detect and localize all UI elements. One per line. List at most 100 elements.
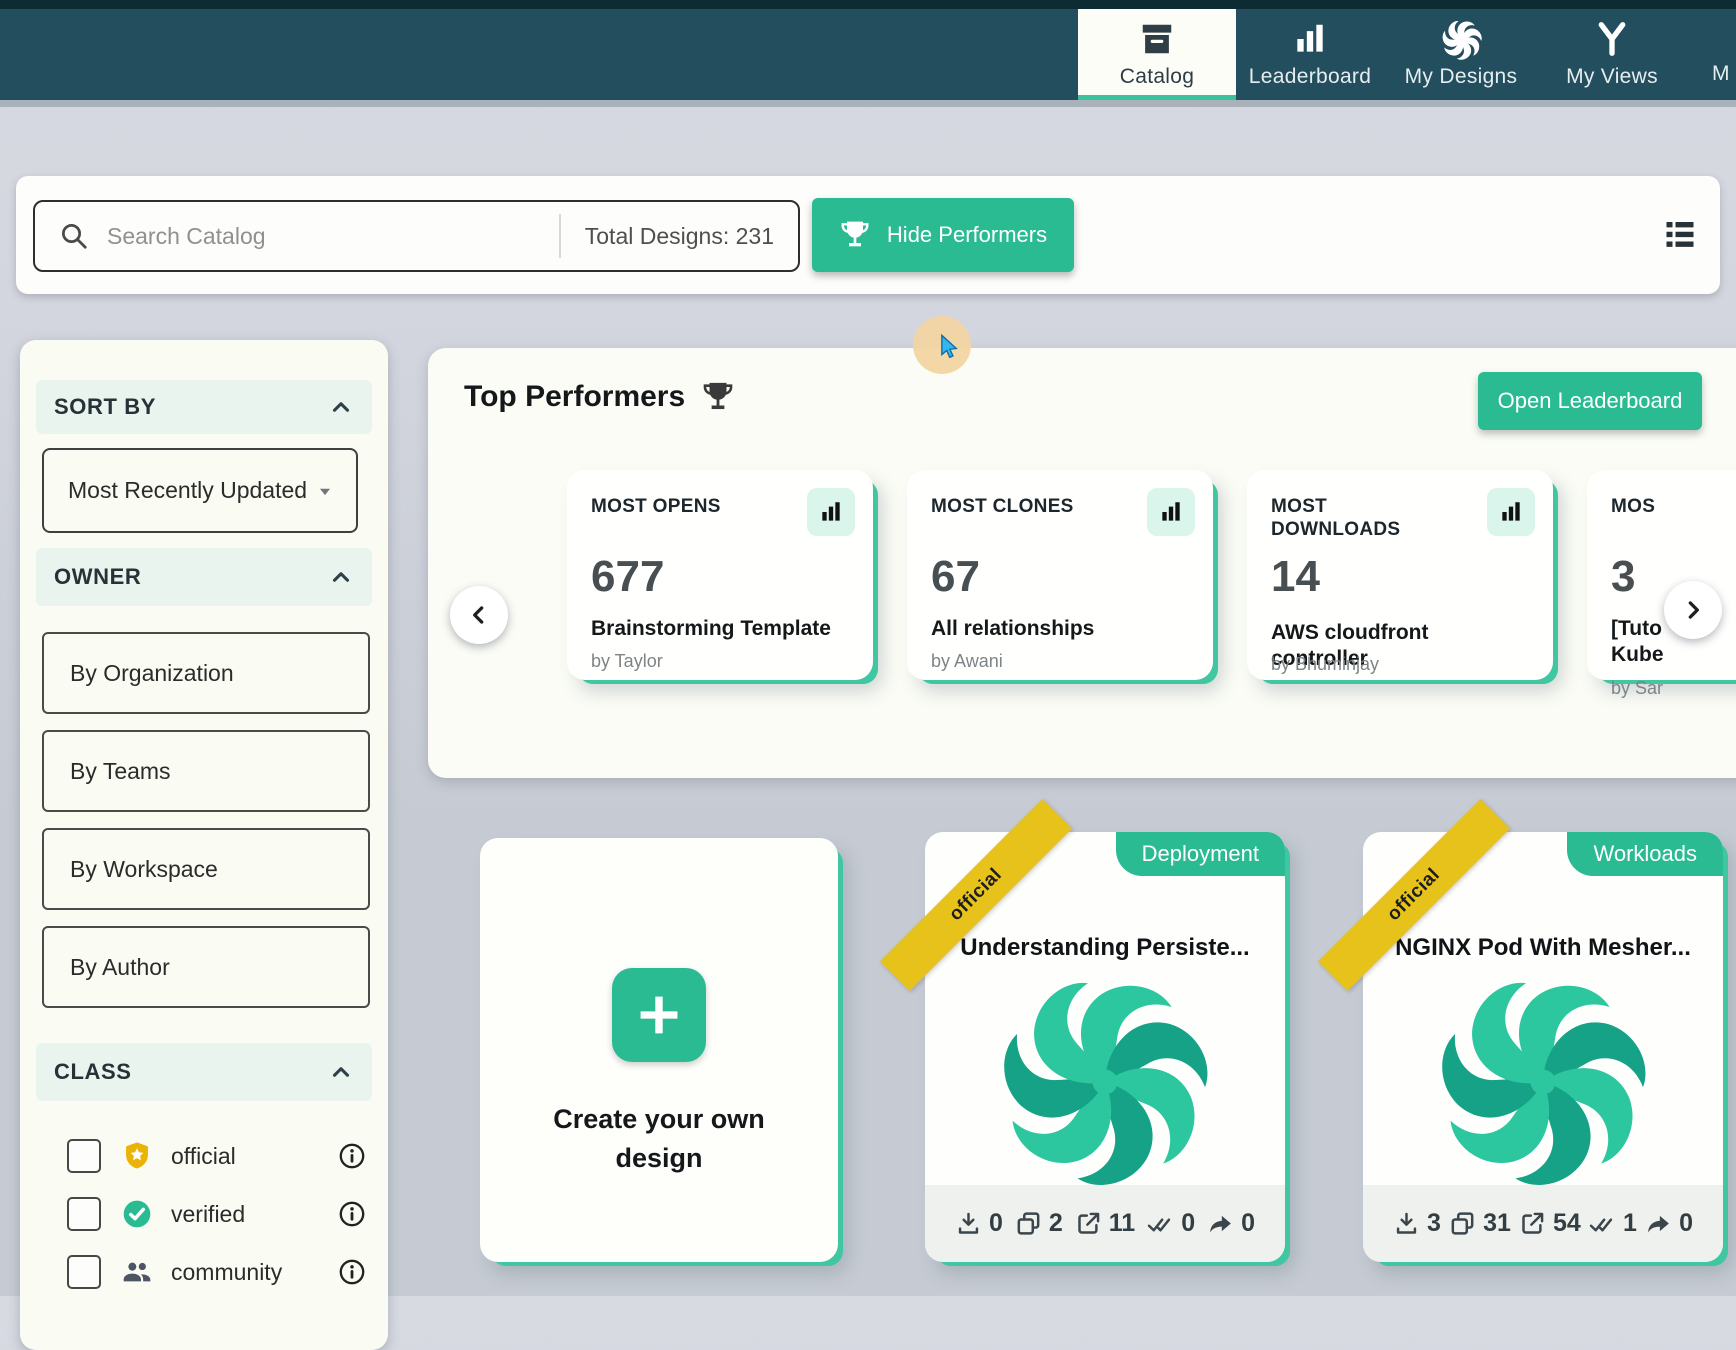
chevron-up-icon [328,1059,354,1085]
class-header[interactable]: CLASS [36,1043,372,1101]
carousel-next-button[interactable] [1664,581,1722,639]
class-title: CLASS [54,1059,132,1085]
chevron-left-icon [466,602,492,628]
class-option-label: community [171,1259,338,1286]
filter-by-teams-button[interactable]: By Teams [42,730,370,812]
design-card-title: NGINX Pod With Mesher... [1381,934,1705,962]
navbar-divider-strip [0,100,1736,107]
tab-my-designs[interactable]: My Designs [1392,9,1530,100]
class-option-label: official [171,1143,338,1170]
performer-card-clipped[interactable]: MOS 3 [Tuto Kube by Sar [1587,470,1736,680]
double-check-icon [1147,1210,1174,1237]
performer-design-name: Brainstorming Template [591,616,851,642]
stat-opens: 54 [1519,1209,1581,1238]
performer-metric-value: 67 [931,552,980,602]
performer-card-most-clones[interactable]: MOST CLONES 67 All relationships by Awan… [907,470,1213,680]
stat-verifications: 0 [1147,1209,1195,1238]
share-icon [1207,1210,1234,1237]
design-card-title: Understanding Persiste... [943,934,1267,962]
stat-shares: 0 [1645,1209,1693,1238]
performer-metric-label: MOS [1611,496,1736,519]
open-in-new-icon [1075,1210,1102,1237]
mouse-cursor-icon [936,333,964,361]
filter-by-author-button[interactable]: By Author [42,926,370,1008]
chevron-up-icon [328,394,354,420]
class-option-verified: verified [20,1194,388,1234]
search-input[interactable] [105,222,559,251]
tab-leaderboard[interactable]: Leaderboard [1244,9,1376,100]
design-card-nginx-pod[interactable]: official Workloads NGINX Pod With Mesher… [1363,832,1723,1262]
open-in-new-icon [1519,1210,1546,1237]
class-option-official: official [20,1136,388,1176]
tab-catalog[interactable]: Catalog [1078,9,1236,100]
top-performers-panel: Top Performers Open Leaderboard MOST OPE… [428,348,1736,778]
info-icon[interactable] [338,1258,366,1286]
bar-chart-icon [1487,488,1535,536]
official-shield-icon [121,1140,153,1172]
bar-chart-icon [1147,488,1195,536]
carousel-prev-button[interactable] [450,586,508,644]
search-box[interactable]: Total Designs: 231 [33,200,800,272]
meshery-spiral-icon [1442,20,1480,58]
stat-clones: 31 [1449,1209,1511,1238]
performer-card-most-downloads[interactable]: MOST DOWNLOADS 14 AWS cloudfront control… [1247,470,1553,680]
sort-by-header[interactable]: SORT BY [36,380,372,434]
clone-icon [1015,1210,1042,1237]
create-design-plus-button[interactable] [612,968,706,1062]
tab-my-views[interactable]: My Views [1548,9,1676,100]
meshery-spiral-logo [1439,978,1647,1186]
card-type-tag: Deployment [1116,832,1285,876]
stat-opens: 11 [1075,1209,1135,1238]
stat-downloads: 0 [955,1209,1003,1238]
performer-metric-label: MOST DOWNLOADS [1271,496,1461,542]
performer-metric-label: MOST CLONES [931,496,1121,519]
tab-label: M [1712,62,1730,86]
tab-label: Leaderboard [1249,65,1371,89]
sort-by-title: SORT BY [54,394,156,420]
stat-shares: 0 [1207,1209,1255,1238]
design-card-stats: 3 31 54 1 0 [1363,1185,1723,1262]
filter-by-workspace-button[interactable]: By Workspace [42,828,370,910]
double-check-icon [1589,1210,1616,1237]
download-icon [1393,1210,1420,1237]
performer-design-name: All relationships [931,616,1191,642]
performer-author: by Sar [1611,678,1663,699]
stat-verifications: 1 [1589,1209,1637,1238]
top-navbar: Catalog Leaderboard My Designs My Views … [0,0,1736,100]
community-checkbox[interactable] [67,1255,101,1289]
trophy-icon [839,219,871,251]
performer-metric-label: MOST OPENS [591,496,781,519]
performer-card-most-opens[interactable]: MOST OPENS 677 Brainstorming Template by… [567,470,873,680]
chevron-right-icon [1680,597,1706,623]
filter-sidebar: SORT BY Most Recently Updated OWNER By O… [20,340,388,1350]
bar-chart-icon [1291,20,1329,58]
catalog-toolbar: Total Designs: 231 Hide Performers [16,176,1720,294]
tab-label: Catalog [1120,65,1194,89]
open-leaderboard-button[interactable]: Open Leaderboard [1478,372,1702,430]
hide-performers-button[interactable]: Hide Performers [812,198,1074,272]
hide-performers-label: Hide Performers [887,222,1047,248]
performer-metric-value: 3 [1611,552,1635,602]
caret-down-icon [314,480,336,502]
info-icon[interactable] [338,1200,366,1228]
bar-chart-icon [807,488,855,536]
class-option-community: community [20,1252,388,1292]
list-view-icon[interactable] [1662,216,1698,252]
create-design-card[interactable]: Create your own design [480,838,838,1262]
stat-downloads: 3 [1393,1209,1441,1238]
performer-author: by Taylor [591,651,663,672]
tab-partial[interactable]: M [1712,9,1736,100]
sort-by-dropdown[interactable]: Most Recently Updated [42,448,358,533]
design-card-understanding-persistent[interactable]: official Deployment Understanding Persis… [925,832,1285,1262]
filter-by-organization-button[interactable]: By Organization [42,632,370,714]
performer-author: by Awani [931,651,1003,672]
owner-header[interactable]: OWNER [36,548,372,606]
download-icon [955,1210,982,1237]
search-icon [59,221,89,251]
official-ribbon: official [880,799,1072,991]
official-checkbox[interactable] [67,1139,101,1173]
verified-checkbox[interactable] [67,1197,101,1231]
top-performers-title: Top Performers [464,380,685,414]
share-icon [1645,1210,1672,1237]
info-icon[interactable] [338,1142,366,1170]
